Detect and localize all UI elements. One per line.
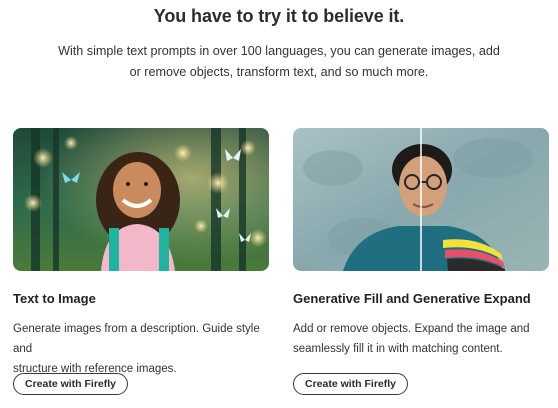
create-with-firefly-button[interactable]: Create with Firefly — [293, 373, 409, 395]
feature-card-generative-fill: Generative Fill and Generative Expand Ad… — [293, 128, 549, 395]
card-description: Generate images from a description. Guid… — [13, 319, 273, 379]
card-description-line-2: seamlessly fill it in with matching cont… — [293, 343, 503, 355]
subheading-line-1: With simple text prompts in over 100 lan… — [58, 44, 500, 58]
page-heading: You have to try it to believe it. — [153, 6, 405, 26]
card-title: Generative Fill and Generative Expand — [293, 291, 531, 306]
card-description-line-1: Generate images from a description. Guid… — [13, 323, 260, 355]
card-description: Add or remove objects. Expand the image … — [293, 319, 553, 359]
create-with-firefly-button[interactable]: Create with Firefly — [13, 373, 129, 395]
card-description-line-1: Add or remove objects. Expand the image … — [293, 323, 530, 335]
card-title: Text to Image — [13, 291, 96, 306]
generative-fill-preview-image — [293, 128, 549, 271]
page-subheading: With simple text prompts in over 100 lan… — [40, 41, 518, 83]
feature-card-text-to-image: Text to Image Generate images from a des… — [13, 128, 269, 395]
subheading-line-2: or remove objects, transform text, and s… — [129, 65, 429, 79]
text-to-image-preview-image — [13, 128, 269, 271]
